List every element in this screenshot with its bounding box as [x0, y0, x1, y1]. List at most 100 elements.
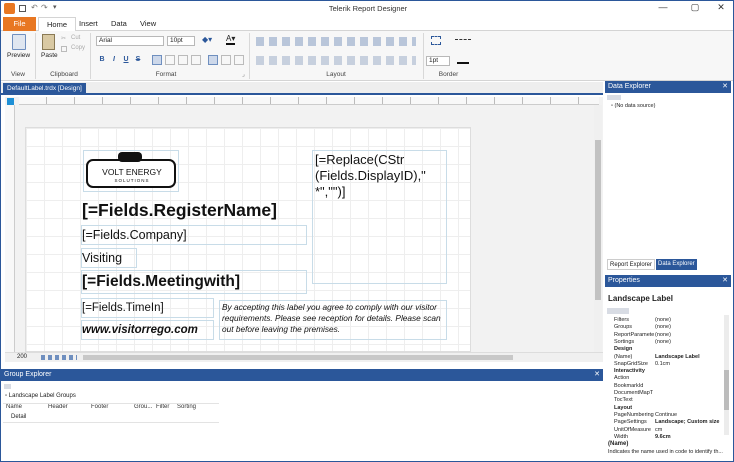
- border-color-icon[interactable]: [457, 55, 469, 64]
- property-grid-scrollbar[interactable]: [724, 315, 729, 435]
- valign-top-icon[interactable]: [208, 55, 218, 65]
- border-style-icon[interactable]: [431, 36, 441, 45]
- property-row[interactable]: ReportParamete (none): [611, 332, 725, 339]
- maximize-icon[interactable]: ▢: [683, 2, 707, 15]
- select-all-corner[interactable]: [7, 98, 14, 105]
- property-description-title: (Name): [608, 441, 629, 447]
- tab-file[interactable]: File: [3, 17, 36, 31]
- close-pane-icon[interactable]: ✕: [594, 369, 600, 381]
- property-row[interactable]: Sortings (none): [611, 339, 725, 346]
- property-row[interactable]: (Name) Landscape Label: [611, 354, 725, 361]
- report-page[interactable]: VOLT ENERGY SOLUTIONS [=Fields.RegisterN…: [25, 127, 471, 352]
- time-in-textbox[interactable]: [=Fields.TimeIn]: [81, 298, 214, 318]
- font-name-combo[interactable]: Arial: [96, 36, 164, 46]
- property-value: 0.1cm: [655, 360, 670, 367]
- paste-button[interactable]: Paste: [41, 52, 58, 59]
- preview-button[interactable]: Preview: [7, 52, 30, 59]
- logo-picturebox[interactable]: VOLT ENERGY SOLUTIONS: [83, 150, 179, 192]
- border-line-icon[interactable]: [455, 39, 471, 40]
- register-name-textbox[interactable]: [=Fields.RegisterName]: [81, 198, 305, 222]
- tab-report-explorer[interactable]: Report Explorer: [607, 259, 656, 270]
- scroll-thumb[interactable]: [724, 370, 729, 410]
- copy-button[interactable]: Copy: [71, 45, 85, 51]
- scroll-thumb[interactable]: [595, 140, 601, 300]
- property-row[interactable]: UnitOfMeasure cm: [611, 427, 725, 434]
- font-size-combo[interactable]: 10pt: [167, 36, 195, 46]
- disclaimer-textbox[interactable]: By accepting this label you agree to com…: [219, 300, 447, 340]
- property-row[interactable]: DocumentMapT: [611, 390, 725, 397]
- valign-middle-icon[interactable]: [221, 55, 231, 65]
- align-left-icon[interactable]: [152, 55, 162, 65]
- property-row[interactable]: BookmarkId: [611, 383, 725, 390]
- property-value: (none): [655, 338, 671, 345]
- property-category[interactable]: Layout: [611, 405, 725, 412]
- website-textbox[interactable]: www.visitorrego.com: [81, 320, 214, 340]
- canvas-vertical-scrollbar[interactable]: [594, 105, 602, 352]
- property-row[interactable]: Filters (none): [611, 317, 725, 324]
- canvas-status-bar: 200: [5, 352, 603, 362]
- view-mode-icons[interactable]: [41, 355, 77, 360]
- fill-color-icon[interactable]: ◆▾: [202, 35, 212, 44]
- tab-view[interactable]: View: [132, 17, 164, 31]
- group-label-view: View: [11, 71, 25, 78]
- property-row[interactable]: PageSettings Landscape; Custom size: [611, 419, 725, 426]
- zoom-level[interactable]: 200: [17, 354, 27, 360]
- close-icon[interactable]: ✕: [709, 2, 733, 15]
- property-row[interactable]: Groups (none): [611, 324, 725, 331]
- horizontal-scroll-thumb[interactable]: [83, 355, 513, 360]
- close-pane-icon[interactable]: ✕: [722, 81, 728, 93]
- property-category[interactable]: Design: [611, 346, 725, 353]
- properties-toolbar[interactable]: [607, 308, 629, 314]
- copy-icon[interactable]: [61, 46, 67, 52]
- cut-icon[interactable]: ✂: [61, 35, 66, 42]
- document-tab[interactable]: DefaultLabel.trdx [Design]: [3, 83, 86, 95]
- group-label-clipboard: Clipboard: [50, 71, 78, 78]
- strikethrough-button[interactable]: S: [133, 55, 143, 65]
- font-color-icon[interactable]: A▾: [226, 34, 236, 45]
- logo-text: VOLT ENERGY: [102, 167, 162, 177]
- border-width-combo[interactable]: 1pt: [426, 56, 450, 66]
- tab-data[interactable]: Data: [103, 17, 135, 31]
- align-center-icon[interactable]: [165, 55, 175, 65]
- paste-icon[interactable]: [42, 34, 55, 50]
- design-canvas[interactable]: VOLT ENERGY SOLUTIONS [=Fields.RegisterN…: [5, 97, 603, 352]
- bold-button[interactable]: B: [97, 55, 107, 65]
- tab-data-explorer[interactable]: Data Explorer: [656, 259, 697, 270]
- groups-root-item[interactable]: ▫ Landscape Label Groups: [5, 393, 76, 399]
- display-id-textbox[interactable]: [=Replace(CStr (Fields.DisplayID)," *","…: [312, 150, 447, 284]
- property-row[interactable]: Width 9.6cm: [611, 434, 725, 441]
- preview-icon[interactable]: [12, 34, 26, 50]
- display-id-line-2: (Fields.DisplayID),": [315, 168, 426, 183]
- tab-insert[interactable]: Insert: [71, 17, 106, 31]
- italic-button[interactable]: I: [109, 55, 119, 65]
- explorer-toolbar[interactable]: [607, 95, 621, 100]
- property-row[interactable]: Action: [611, 375, 725, 382]
- align-right-icon[interactable]: [178, 55, 188, 65]
- cut-button[interactable]: Cut: [71, 35, 80, 41]
- justify-icon[interactable]: [191, 55, 201, 65]
- layout-tools-row2[interactable]: [256, 56, 416, 65]
- app-window: ↶ ↷ ▾ Telerik Report Designer — ▢ ✕ File…: [0, 0, 734, 462]
- no-data-source-item[interactable]: ▫ (No data source): [611, 103, 655, 109]
- property-row[interactable]: SnapGridSize 0.1cm: [611, 361, 725, 368]
- disclaimer-text: By accepting this label you agree to com…: [222, 302, 441, 334]
- visiting-textbox[interactable]: Visiting: [81, 248, 137, 268]
- property-name: Interactivity: [614, 368, 645, 375]
- layout-tools-row1[interactable]: [256, 37, 416, 46]
- meeting-with-textbox[interactable]: [=Fields.Meetingwith]: [81, 270, 307, 294]
- property-name: PageNumbering: [614, 411, 654, 418]
- display-id-line-3: *","")]: [315, 184, 346, 199]
- minimize-icon[interactable]: —: [651, 2, 675, 15]
- property-row[interactable]: TocText: [611, 397, 725, 404]
- property-value: (none): [655, 317, 671, 323]
- property-category[interactable]: Interactivity: [611, 368, 725, 375]
- property-row[interactable]: PageNumbering Continue: [611, 412, 725, 419]
- property-value: Landscape Label: [655, 353, 700, 360]
- valign-bottom-icon[interactable]: [234, 55, 244, 65]
- group-explorer-toolbar[interactable]: [4, 384, 11, 389]
- company-textbox[interactable]: [=Fields.Company]: [81, 225, 307, 245]
- close-pane-icon[interactable]: ✕: [722, 275, 728, 287]
- format-dialog-launcher-icon[interactable]: ⌟: [242, 71, 245, 78]
- underline-button[interactable]: U: [121, 55, 131, 65]
- group-explorer-panel: Group Explorer ✕ ▫ Landscape Label Group…: [1, 369, 603, 461]
